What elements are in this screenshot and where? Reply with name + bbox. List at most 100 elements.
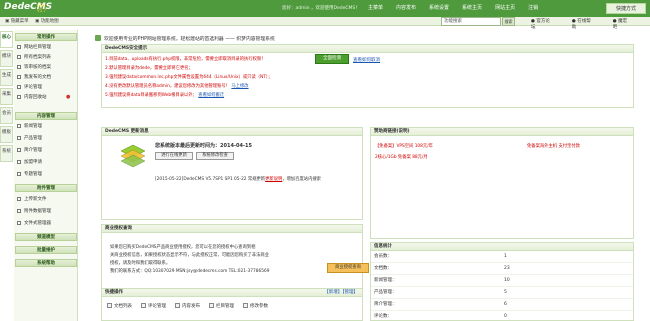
security-panel-title: DedeCMS安全提示 — [102, 45, 633, 53]
sidebar-item-file-manager[interactable]: 文件式管理器 — [24, 220, 51, 226]
sponsor-panel-title: 赞助商链接(说明) — [371, 128, 633, 136]
move-data-link[interactable]: 查看如何搬迁 — [198, 93, 224, 98]
sidebar-item-intro[interactable]: 简介管理 — [24, 147, 42, 153]
modify-admin-link[interactable]: 马上修改 — [231, 84, 248, 89]
publish-icon — [175, 303, 180, 308]
nav-logout[interactable]: 注销 — [528, 4, 538, 11]
security-alert-1: 1.目前data、uploads有执行.php权限，非常危险，需要立即取消目录的… — [105, 57, 266, 62]
sidebar-item-news[interactable]: 新闻管理 — [24, 123, 42, 129]
top-header: DedeCMS GBK V5.7 您好：admin ，欢迎使用DedeCMS！ 主… — [0, 0, 650, 17]
vtab-collect[interactable]: 采集 — [0, 88, 13, 105]
sidebar: 常用操作 网站栏目管理 所有档案列表 等审核的档案 我发布的文档 评论管理 内容… — [14, 30, 78, 321]
search-button[interactable]: 搜索 — [502, 17, 515, 26]
sponsor-note-link[interactable]: (说明) — [397, 129, 410, 134]
quick-doc-list[interactable]: 文档列表 — [107, 303, 132, 309]
sidebar-section-content[interactable]: 内容管理 — [15, 112, 77, 120]
sidebar-section-help[interactable]: 系统帮助 — [15, 259, 77, 267]
folder-icon — [17, 45, 21, 49]
cancel-exec-link[interactable]: 查看如何取消 — [353, 57, 380, 63]
vtab-module[interactable]: 模块 — [0, 50, 13, 67]
sidebar-item-topics[interactable]: 专题管理 — [24, 171, 42, 177]
help-link[interactable]: ● 在线帮助 — [572, 18, 601, 30]
quick-publish[interactable]: 内容发布 — [175, 303, 200, 309]
quick-columns[interactable]: 栏目管理 — [209, 303, 234, 309]
stats-row-comments: 评论数： 0 — [371, 311, 633, 320]
folder-icon — [209, 303, 214, 308]
vtab-generate[interactable]: 生成 — [0, 69, 13, 86]
sidebar-item-attach-data[interactable]: 附件数据管理 — [24, 208, 51, 214]
security-alert-4: 4.没有更改默认管理员名称admin，建议您修改为其他管理账号！ 马上修改 — [105, 84, 249, 89]
search-input[interactable]: 功能搜索 — [441, 17, 501, 26]
sponsor-panel: 赞助商链接(说明) 【免备案】VPS空间 108元/年 免备案海外主机 支付宝付… — [370, 127, 634, 239]
sidebar-section-attachments[interactable]: 附件管理 — [15, 184, 77, 192]
nav-publish[interactable]: 内容发布 — [396, 4, 416, 11]
nav-main-menu[interactable]: 主菜单 — [368, 4, 383, 11]
folder-icon — [17, 65, 21, 69]
folder-icon — [17, 160, 21, 164]
nav-settings[interactable]: 系统设置 — [429, 4, 449, 11]
shield-icon: ● — [66, 94, 71, 100]
comment-icon — [141, 303, 146, 308]
vtab-core[interactable]: 核心 — [0, 31, 13, 48]
document-icon — [107, 303, 112, 308]
folder-icon — [17, 221, 21, 225]
site-map-link[interactable]: ▣ 功能地图 — [35, 18, 59, 24]
mohong-link[interactable]: ● 魔宏吧 — [613, 18, 638, 30]
folder-icon — [17, 148, 21, 152]
quick-links-row: 文档列表 评论管理 内容发布 栏目管理 修改参数 — [102, 297, 362, 321]
sidebar-section-common[interactable]: 常用操作 — [15, 33, 77, 41]
quick-panel-title: 快捷操作 【新增】【管理】 — [102, 289, 362, 297]
quick-add-manage-links[interactable]: 【新增】【管理】 — [324, 289, 358, 296]
nav-system-home[interactable]: 系统主页 — [462, 4, 482, 11]
sidebar-item-my-docs[interactable]: 我发布的文档 — [24, 74, 51, 80]
stats-row-intro: 简介管理： 6 — [371, 299, 633, 311]
sidebar-item-comments[interactable]: 评论管理 — [24, 84, 42, 90]
sidebar-item-join[interactable]: 加盟申请 — [24, 159, 42, 165]
sponsor-line-1[interactable]: 【免备案】VPS空间 108元/年 — [375, 143, 433, 149]
stats-panel: 信息统计 会员数： 1 文档数： 23 新闻管理： 10 产品管理： 5 简介管理： 6 … — [370, 242, 634, 321]
sidebar-section-batch[interactable]: 批量维护 — [15, 246, 77, 254]
online-update-button[interactable]: 进行在线更新 — [155, 152, 193, 160]
stats-row-members: 会员数： 1 — [371, 251, 633, 263]
sidebar-section-channel[interactable]: 频道模型 — [15, 233, 77, 241]
update-headline: 您系统版本最后更新时间为：2014-04-15 — [155, 143, 252, 149]
vtab-system[interactable]: 系统 — [0, 145, 13, 162]
welcome-text: 您好：admin ，欢迎使用DedeCMS！ — [282, 6, 360, 11]
folder-icon — [17, 197, 21, 201]
update-panel: DedeCMS 更新消息 您系统版本最后更新时间为：2014-04-15 进行在… — [101, 127, 363, 220]
folder-icon — [17, 75, 21, 79]
security-alert-5: 5.强烈建议将data目录搬移到Web根目录以外； 查看如何搬迁 — [105, 93, 225, 98]
sidebar-item-upload[interactable]: 上传新文件 — [24, 196, 47, 202]
security-panel: DedeCMS安全提示 1.目前data、uploads有执行.php权限，非常… — [101, 44, 634, 108]
hide-menu-link[interactable]: ▣ 隐藏菜单 — [5, 18, 29, 24]
business-query-button[interactable]: 商业授权查询 — [327, 263, 369, 273]
folder-icon — [17, 95, 21, 99]
sidebar-item-products[interactable]: 产品管理 — [24, 135, 42, 141]
nav-site-home[interactable]: 网站主页 — [495, 4, 515, 11]
home-icon — [95, 35, 101, 41]
quick-panel: 快捷操作 【新增】【管理】 文档列表 评论管理 内容发布 栏目管理 修改参数 — [101, 288, 363, 321]
dedecms-layers-icon — [120, 142, 146, 168]
sidebar-item-all-docs[interactable]: 所有档案列表 — [24, 54, 51, 60]
update-notes-link[interactable]: 更新说明 — [265, 177, 282, 182]
sidebar-item-pending[interactable]: 等审核的档案 — [24, 64, 51, 70]
system-check-button[interactable]: 系统修改检查 — [196, 152, 234, 160]
folder-icon — [17, 85, 21, 89]
sidebar-item-columns[interactable]: 网站栏目管理 — [24, 44, 51, 50]
vtab-template[interactable]: 模板 — [0, 126, 13, 143]
sponsor-line-1-right[interactable]: 免备案海外主机 支付宝付款 — [527, 143, 580, 149]
full-check-button[interactable]: 全面检测 — [315, 54, 349, 64]
update-message: [2015-05-22]DedeCMS V5.7SP1 SP1 05-22 常规… — [155, 177, 321, 182]
sponsor-line-2[interactable]: 2核心/1Gb 免备案 88元/月 — [375, 154, 428, 160]
folder-icon — [17, 55, 21, 59]
quick-menu-button[interactable]: 快捷方式 — [606, 3, 646, 14]
folder-icon — [17, 209, 21, 213]
stats-row-docs: 文档数： 23 — [371, 263, 633, 275]
forum-link[interactable]: ● 官方论坛 — [531, 18, 560, 30]
quick-comments[interactable]: 评论管理 — [141, 303, 166, 309]
quick-params[interactable]: 修改参数 — [243, 303, 268, 309]
vtab-member[interactable]: 会员 — [0, 107, 13, 124]
stats-row-news: 新闻管理： 10 — [371, 275, 633, 287]
main-content: 欢迎使用专业的PHP网站管理系统，轻松建站的首选利器 —— 织梦内容管理系统 D… — [82, 30, 650, 321]
sidebar-item-recycle[interactable]: 内容回收站 — [24, 94, 47, 100]
